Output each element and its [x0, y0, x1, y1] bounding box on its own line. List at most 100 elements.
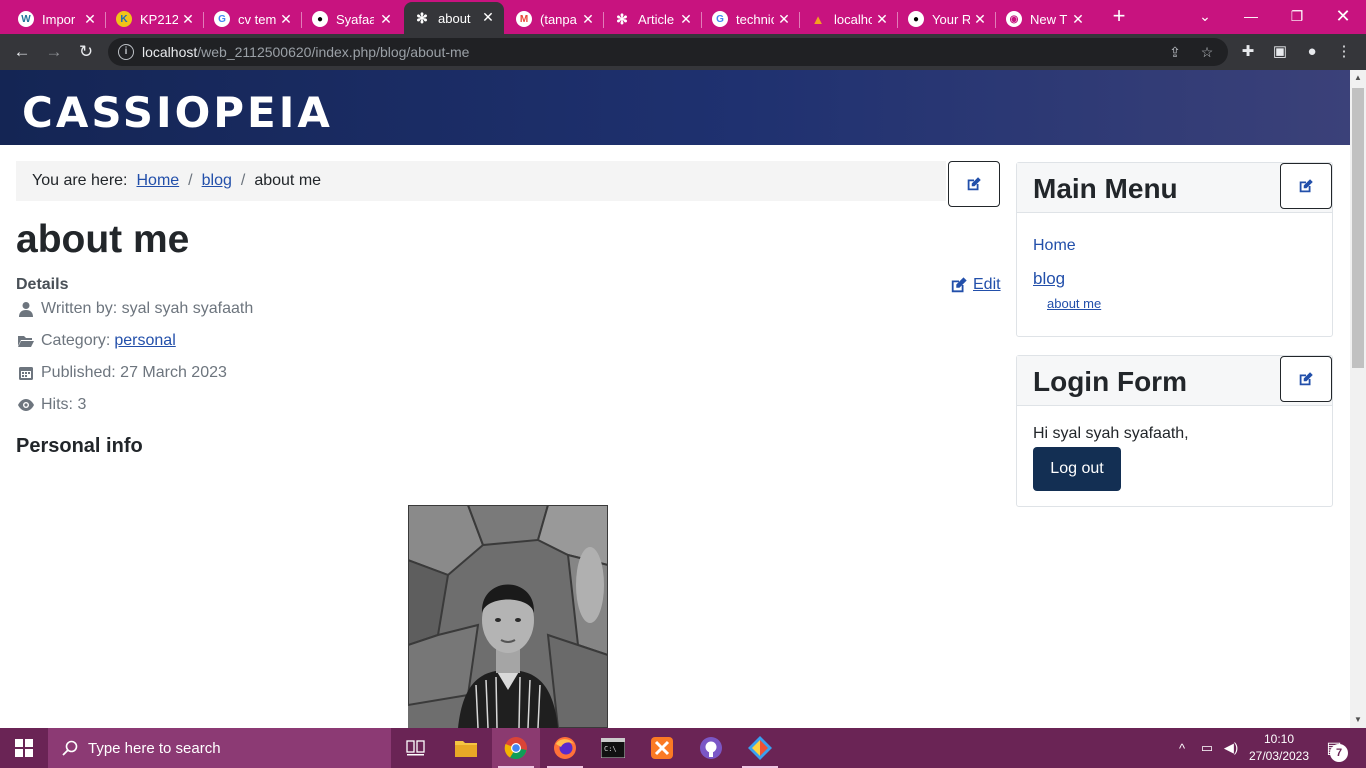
minimize-button[interactable]: —	[1228, 4, 1274, 28]
terminal-taskbar-button[interactable]: C:\	[589, 728, 637, 768]
user-icon	[19, 302, 33, 317]
taskbar-search-box[interactable]: Type here to search	[48, 728, 391, 768]
menu-item-blog[interactable]: blog	[1033, 269, 1065, 289]
joomla-icon: ✻	[616, 10, 628, 27]
close-icon[interactable]: ✕	[874, 11, 890, 27]
close-icon[interactable]: ✕	[1070, 11, 1086, 27]
browser-tab[interactable]: ● Syafaa ✕	[302, 4, 402, 34]
meta-author: Written by: syal syah syafaath	[18, 300, 253, 318]
breadcrumb-prefix: You are here:	[32, 172, 128, 189]
browser-tab-strip: W Impor ✕ K KP212 ✕ G cv tem ✕ ● Syafaa …	[0, 0, 1366, 34]
browser-tab[interactable]: M (tanpa ✕	[506, 4, 604, 34]
tab-title: Article	[638, 11, 675, 27]
close-window-button[interactable]: ✕	[1320, 4, 1366, 28]
forward-button[interactable]: →	[42, 40, 66, 64]
info-icon[interactable]: i	[118, 44, 134, 60]
breadcrumb-blog-link[interactable]: blog	[202, 172, 232, 190]
git-app-taskbar-button[interactable]	[736, 728, 784, 768]
menu-item-about-me[interactable]: about me	[1047, 296, 1101, 311]
windows-taskbar: Type here to search C:\ ^ ▭ ◀) 10:10 27/…	[0, 728, 1366, 768]
search-icon	[62, 740, 78, 756]
details-label: Details	[16, 276, 69, 293]
tab-title: localho	[834, 11, 872, 27]
close-icon[interactable]: ✕	[82, 11, 98, 27]
google-icon: G	[712, 11, 728, 27]
clock-time: 10:10	[1263, 732, 1295, 746]
show-hidden-icons-button[interactable]: ^	[1172, 728, 1192, 768]
taskbar-clock[interactable]: 10:10 27/03/2023	[1244, 731, 1314, 765]
site-brand[interactable]: CASSIOPEIA	[22, 88, 333, 137]
browser-tab[interactable]: ▲ localho ✕	[800, 4, 898, 34]
volume-icon[interactable]: ◀)	[1220, 728, 1242, 768]
browser-tab[interactable]: ✻ Article ✕	[604, 4, 702, 34]
close-icon[interactable]: ✕	[678, 11, 694, 27]
address-bar[interactable]: i localhost/web_2112500620/index.php/blo…	[108, 38, 1228, 66]
side-panel-icon[interactable]: ▣	[1270, 42, 1290, 62]
bookmark-star-icon[interactable]: ☆	[1198, 43, 1216, 61]
task-view-icon	[406, 740, 425, 756]
extensions-icon[interactable]: ✚	[1238, 42, 1258, 62]
login-form-title: Login Form	[1033, 366, 1187, 397]
file-explorer-button[interactable]	[442, 728, 490, 768]
tab-title: Impor	[42, 11, 76, 27]
category-link[interactable]: personal	[114, 332, 175, 350]
start-button[interactable]	[0, 728, 48, 768]
tab-search-button[interactable]: ⌄	[1182, 4, 1228, 28]
chrome-taskbar-button[interactable]	[492, 728, 540, 768]
firefox-taskbar-button[interactable]	[541, 728, 589, 768]
back-button[interactable]: ←	[10, 40, 34, 64]
page-scrollbar[interactable]: ▲ ▼	[1350, 70, 1366, 728]
section-heading: Personal info	[16, 435, 143, 457]
github-desktop-taskbar-button[interactable]	[687, 728, 735, 768]
folder-icon	[455, 741, 477, 757]
close-icon[interactable]: ✕	[972, 11, 988, 27]
scrollbar-thumb[interactable]	[1352, 88, 1364, 368]
reload-button[interactable]: ↻	[74, 40, 98, 64]
gmail-icon: M	[516, 11, 532, 27]
tab-title: KP212	[140, 11, 178, 27]
url-text[interactable]: localhost/web_2112500620/index.php/blog/…	[142, 44, 469, 60]
menu-kebab-icon[interactable]: ⋮	[1334, 42, 1354, 62]
share-icon[interactable]: ⇪	[1166, 43, 1184, 61]
tab-title: Your R	[932, 11, 970, 27]
browser-tab[interactable]: G cv tem ✕	[204, 4, 302, 34]
edit-main-menu-button[interactable]	[1280, 163, 1332, 209]
site-header: CASSIOPEIA	[0, 70, 1350, 145]
scroll-down-arrow[interactable]: ▼	[1350, 712, 1366, 728]
main-menu-card: Main Menu Home blog about me	[1016, 162, 1333, 337]
folder-open-icon	[18, 336, 34, 347]
xampp-taskbar-button[interactable]	[638, 728, 686, 768]
close-icon[interactable]: ✕	[378, 11, 394, 27]
network-icon[interactable]: ▭	[1196, 728, 1218, 768]
breadcrumb-home-link[interactable]: Home	[136, 172, 179, 190]
edit-article-label[interactable]: Edit	[973, 276, 1001, 294]
edit-login-form-button[interactable]	[1280, 356, 1332, 402]
task-view-button[interactable]	[392, 728, 440, 768]
svg-text:C:\: C:\	[604, 745, 617, 753]
close-icon[interactable]: ✕	[580, 11, 596, 27]
windows-logo-icon	[15, 739, 33, 757]
profile-icon[interactable]: ●	[1302, 42, 1322, 62]
browser-tab[interactable]: ◉ New T ✕	[996, 4, 1094, 34]
browser-tab[interactable]: ● Your R ✕	[898, 4, 996, 34]
terminal-icon: C:\	[601, 738, 625, 758]
close-icon[interactable]: ✕	[480, 9, 496, 25]
close-icon[interactable]: ✕	[776, 11, 792, 27]
logout-button[interactable]: Log out	[1033, 447, 1121, 491]
new-tab-button[interactable]: +	[1108, 5, 1130, 28]
edit-module-button[interactable]	[948, 161, 1000, 207]
browser-tab[interactable]: K KP212 ✕	[106, 4, 204, 34]
edit-article-link[interactable]: Edit	[950, 276, 1001, 294]
close-icon[interactable]: ✕	[180, 11, 196, 27]
tab-title: (tanpa	[540, 11, 577, 27]
browser-tab[interactable]: G technic ✕	[702, 4, 800, 34]
google-icon: G	[214, 11, 230, 27]
browser-tab-active[interactable]: ✻ about ✕	[404, 2, 504, 34]
restore-button[interactable]: ❐	[1274, 4, 1320, 28]
browser-tab[interactable]: W Impor ✕	[8, 4, 106, 34]
chrome-icon: ◉	[1006, 11, 1022, 27]
close-icon[interactable]: ✕	[278, 11, 294, 27]
site-favicon-icon: K	[116, 11, 132, 27]
scroll-up-arrow[interactable]: ▲	[1350, 70, 1366, 86]
menu-item-home[interactable]: Home	[1033, 237, 1076, 255]
